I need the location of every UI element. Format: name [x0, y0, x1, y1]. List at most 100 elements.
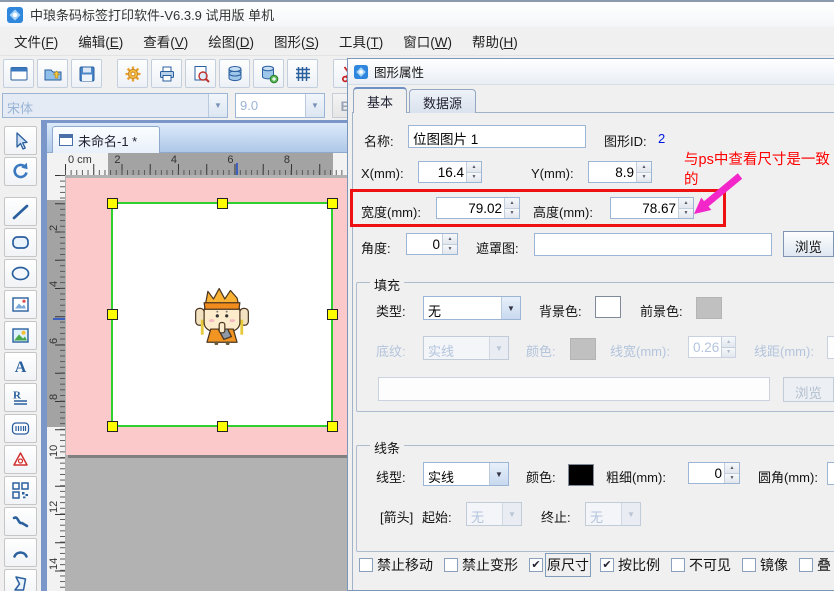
selected-image-object[interactable] — [112, 203, 332, 426]
barcode-tool-button[interactable] — [4, 414, 37, 443]
option-checkbox-按比例[interactable]: ✔按比例 — [600, 555, 660, 575]
spin-up-icon[interactable]: ▲ — [443, 234, 457, 244]
option-checkbox-原尺寸[interactable]: ✔原尺寸 — [529, 555, 589, 575]
menu-item[interactable]: 图形(S) — [264, 27, 329, 55]
menu-item[interactable]: 文件(F) — [4, 27, 68, 55]
open-button[interactable] — [37, 59, 68, 88]
spin-up-icon[interactable]: ▲ — [505, 198, 519, 208]
menu-item[interactable]: 工具(T) — [329, 27, 393, 55]
chevron-down-icon[interactable]: ▼ — [489, 463, 508, 485]
spin-down-icon[interactable]: ▼ — [505, 208, 519, 219]
new-document-button[interactable] — [3, 59, 34, 88]
menu-item[interactable]: 帮助(H) — [462, 27, 528, 55]
spin-down-icon[interactable]: ▼ — [725, 473, 739, 484]
polyline-tool-button[interactable] — [4, 507, 37, 536]
spin-up-icon: ▲ — [722, 337, 735, 347]
design-canvas[interactable] — [65, 175, 347, 591]
grid-button[interactable] — [287, 59, 318, 88]
spin-up-icon[interactable]: ▲ — [725, 463, 739, 473]
angle-spinner[interactable]: 0 ▲▼ — [406, 233, 458, 255]
settings-button[interactable] — [117, 59, 148, 88]
arc-tool-button[interactable] — [4, 538, 37, 567]
selection-handle[interactable] — [107, 309, 118, 320]
x-spinner[interactable]: 16.4 ▲▼ — [418, 161, 482, 183]
menu-item[interactable]: 绘图(D) — [198, 27, 264, 55]
checkbox-unchecked-icon[interactable] — [799, 558, 813, 572]
corner-radius-input[interactable] — [827, 462, 834, 485]
width-spinner[interactable]: 79.02 ▲▼ — [436, 197, 520, 219]
spin-down-icon[interactable]: ▼ — [679, 208, 693, 219]
tab-datasource[interactable]: 数据源 — [409, 89, 476, 113]
spin-up-icon[interactable]: ▲ — [467, 162, 481, 172]
image-tool-button[interactable] — [4, 290, 37, 319]
new-document-icon — [9, 64, 29, 84]
selection-handle[interactable] — [217, 198, 228, 209]
selection-handle[interactable] — [107, 421, 118, 432]
line-weight-spinner[interactable]: 0 ▲▼ — [688, 462, 740, 484]
checkbox-unchecked-icon[interactable] — [444, 558, 458, 572]
text-tool-button[interactable]: A — [4, 352, 37, 381]
chevron-down-icon[interactable]: ▼ — [501, 297, 520, 319]
y-spinner[interactable]: 8.9 ▲▼ — [588, 161, 652, 183]
polygon-tool-button[interactable] — [4, 569, 37, 591]
checkbox-checked-icon[interactable]: ✔ — [600, 558, 614, 572]
document-tab-bar: 未命名-1 * — [47, 123, 347, 153]
option-checkbox-不可见[interactable]: 不可见 — [671, 555, 731, 575]
rich-text-tool-button[interactable]: R — [4, 383, 37, 412]
menu-item[interactable]: 查看(V) — [133, 27, 198, 55]
menu-item[interactable]: 窗口(W) — [393, 27, 462, 55]
print-button[interactable] — [151, 59, 182, 88]
checkbox-unchecked-icon[interactable] — [671, 558, 685, 572]
color-image-tool-button[interactable] — [4, 321, 37, 350]
shape-tool-button[interactable] — [4, 445, 37, 474]
selection-handle[interactable] — [327, 309, 338, 320]
spin-down-icon[interactable]: ▼ — [443, 244, 457, 255]
line-color-swatch[interactable] — [568, 464, 594, 486]
option-checkbox-禁止变形[interactable]: 禁止变形 — [444, 555, 518, 575]
database-connect-button[interactable] — [253, 59, 284, 88]
checkbox-unchecked-icon[interactable] — [359, 558, 373, 572]
option-checkbox-叠[interactable]: 叠 — [799, 555, 831, 575]
fg-color-swatch[interactable] — [696, 297, 722, 319]
ellipse-tool-button[interactable] — [4, 259, 37, 288]
option-checkbox-禁止移动[interactable]: 禁止移动 — [359, 555, 433, 575]
spin-up-icon[interactable]: ▲ — [637, 162, 651, 172]
tab-basic[interactable]: 基本 — [353, 87, 407, 113]
save-button[interactable] — [71, 59, 102, 88]
document-tab[interactable]: 未命名-1 * — [52, 126, 160, 153]
spin-down-icon[interactable]: ▼ — [467, 172, 481, 183]
checkbox-checked-icon[interactable]: ✔ — [529, 558, 543, 572]
selection-handle[interactable] — [217, 421, 228, 432]
chevron-down-icon[interactable]: ▼ — [305, 94, 324, 117]
fill-type-select[interactable]: 无 ▼ — [423, 296, 521, 320]
dialog-titlebar[interactable]: 图形属性 — [348, 59, 834, 85]
height-spinner[interactable]: 78.67 ▲▼ — [610, 197, 694, 219]
arrow-start-select: 无 ▼ — [466, 502, 522, 526]
menu-item[interactable]: 编辑(E) — [68, 27, 133, 55]
rotate-tool-button[interactable] — [4, 157, 37, 186]
option-checkbox-镜像[interactable]: 镜像 — [742, 555, 788, 575]
line-tool-button[interactable] — [4, 197, 37, 226]
print-preview-button[interactable] — [185, 59, 216, 88]
mask-browse-button[interactable]: 浏览 — [783, 231, 834, 257]
line-style-select[interactable]: 实线 ▼ — [423, 462, 509, 486]
mask-input[interactable] — [534, 233, 772, 256]
database-button[interactable] — [219, 59, 250, 88]
arrow-label: [箭头] — [380, 507, 413, 526]
spin-down-icon[interactable]: ▼ — [637, 172, 651, 183]
checkbox-unchecked-icon[interactable] — [742, 558, 756, 572]
font-size-select[interactable]: 9.0 ▼ — [235, 93, 325, 118]
rounded-rect-tool-button[interactable] — [4, 228, 37, 257]
select-tool-button[interactable] — [4, 126, 37, 155]
spin-up-icon[interactable]: ▲ — [679, 198, 693, 208]
font-family-select[interactable]: 宋体 ▼ — [2, 93, 228, 118]
selection-handle[interactable] — [327, 421, 338, 432]
selection-handle[interactable] — [107, 198, 118, 209]
name-input[interactable]: 位图图片 1 — [408, 125, 586, 148]
line-tool-icon — [10, 201, 31, 222]
selection-handle[interactable] — [327, 198, 338, 209]
select-tool-icon — [10, 130, 31, 151]
qrcode-tool-button[interactable] — [4, 476, 37, 505]
chevron-down-icon[interactable]: ▼ — [208, 94, 227, 117]
bg-color-swatch[interactable] — [595, 296, 621, 318]
